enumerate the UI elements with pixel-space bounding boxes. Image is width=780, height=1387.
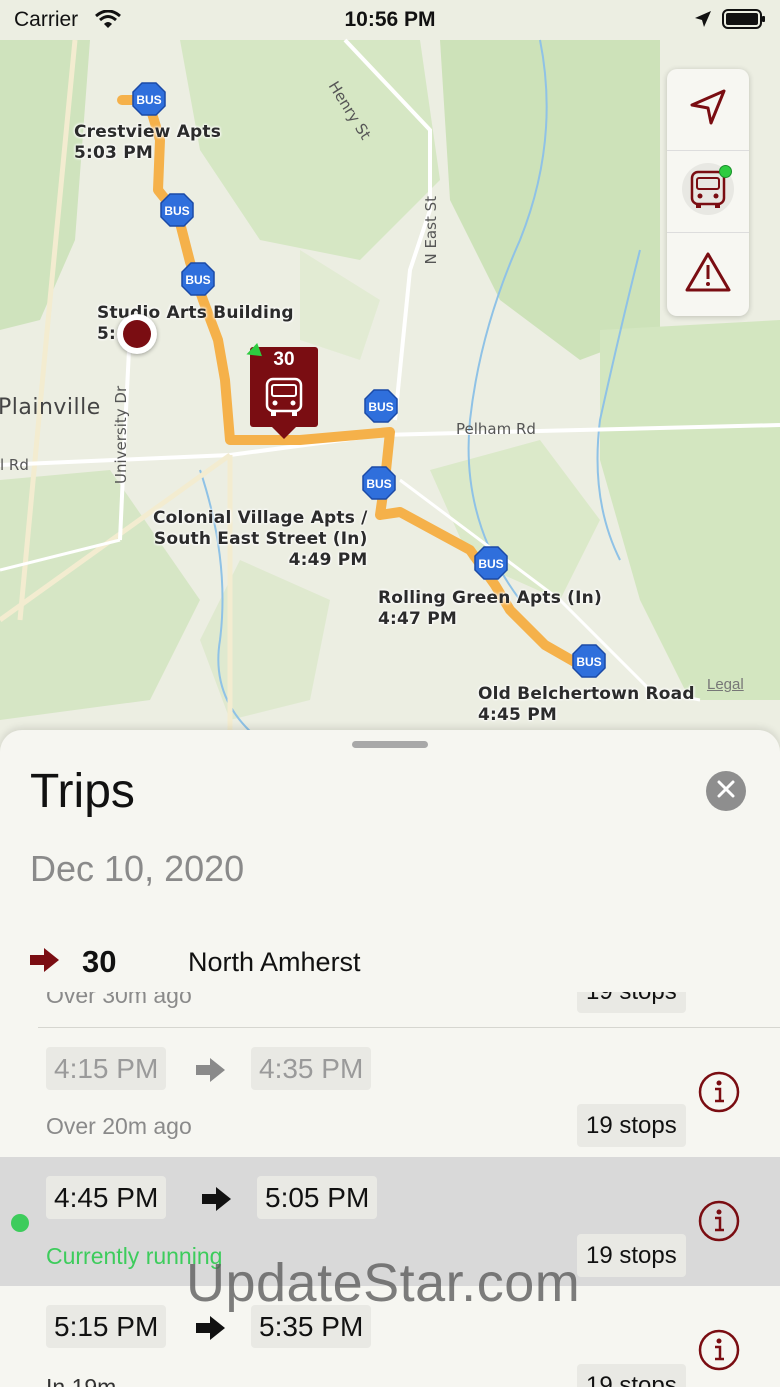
stops-count: 19 stops xyxy=(577,992,686,1013)
stop-time: 4:47 PM xyxy=(378,609,457,629)
arrow-right-icon xyxy=(196,1058,226,1087)
bus-stop-text: BUS xyxy=(164,204,189,218)
stop-name: Colonial Village Apts / xyxy=(153,508,368,528)
stops-count: 19 stops xyxy=(577,1104,686,1147)
map-base xyxy=(0,38,780,760)
warning-icon xyxy=(685,251,731,298)
info-icon[interactable] xyxy=(698,1329,740,1371)
navigation-arrow-icon xyxy=(688,87,728,132)
vehicle-route-number: 30 xyxy=(273,349,295,370)
stop-time: 5:03 PM xyxy=(74,143,153,163)
arrow-right-icon xyxy=(202,1187,232,1216)
bus-stop-sign[interactable]: BUS xyxy=(160,193,194,227)
road-label-partial: l Rd xyxy=(0,456,29,474)
stop-label-colonial-village[interactable]: Colonial Village Apts / South East Stree… xyxy=(153,508,368,571)
bus-stop-sign[interactable]: BUS xyxy=(181,262,215,296)
live-status-dot xyxy=(719,165,732,178)
locate-me-button[interactable] xyxy=(667,69,749,151)
info-icon[interactable] xyxy=(698,1200,740,1242)
user-location-marker xyxy=(117,314,157,354)
stop-label-rolling-green[interactable]: Rolling Green Apts (In) 4:47 PM xyxy=(378,588,602,630)
stop-name: Rolling Green Apts (In) xyxy=(378,588,602,608)
alerts-button[interactable] xyxy=(667,233,749,315)
trip-row[interactable]: Over 30m ago 19 stops xyxy=(0,992,780,1021)
info-icon[interactable] xyxy=(698,1071,740,1113)
stop-label-crestview[interactable]: Crestview Apts 5:03 PM xyxy=(74,122,221,164)
map-controls xyxy=(667,69,749,316)
location-arrow-icon xyxy=(694,10,712,33)
road-label-pelham: Pelham Rd xyxy=(456,420,536,438)
stops-count: 19 stops xyxy=(577,1234,686,1277)
stops-count: 19 stops xyxy=(577,1364,686,1387)
trip-status: Over 30m ago xyxy=(46,992,192,1008)
battery-icon xyxy=(722,9,766,34)
bus-stop-text: BUS xyxy=(478,557,503,571)
status-bar: Carrier 10:56 PM xyxy=(0,0,780,40)
bus-stop-text: BUS xyxy=(366,477,391,491)
legal-link[interactable]: Legal xyxy=(707,676,744,693)
bus-icon xyxy=(265,377,303,416)
bus-stop-text: BUS xyxy=(368,400,393,414)
vehicle-tracking-button[interactable] xyxy=(667,151,749,233)
arrive-time: 5:05 PM xyxy=(257,1176,378,1219)
route-name: North Amherst xyxy=(188,946,361,977)
bus-stop-sign[interactable]: BUS xyxy=(364,389,398,423)
road-label-east: N East St xyxy=(422,196,440,265)
trip-status: Over 20m ago xyxy=(46,1113,192,1139)
depart-time: 4:15 PM xyxy=(46,1047,167,1090)
route-arrow-icon xyxy=(30,947,60,978)
town-label: Plainville xyxy=(0,395,101,420)
trip-list[interactable]: Over 30m ago 19 stops 4:15 PM 4:35 PM Ov… xyxy=(0,992,780,1387)
close-icon xyxy=(717,780,735,803)
depart-time: 4:45 PM xyxy=(46,1176,167,1219)
trip-date: Dec 10, 2020 xyxy=(30,848,245,889)
bus-stop-sign[interactable]: BUS xyxy=(362,466,396,500)
stop-time: 4:45 PM xyxy=(478,705,557,725)
bus-stop-text: BUS xyxy=(136,93,161,107)
arrive-time: 4:35 PM xyxy=(251,1047,372,1090)
bus-stop-sign[interactable]: BUS xyxy=(572,644,606,678)
route-number: 30 xyxy=(82,944,117,979)
stop-label-old-belchertown[interactable]: Old Belchertown Road 4:45 PM xyxy=(478,684,695,726)
sheet-grabber[interactable] xyxy=(352,741,428,748)
close-button[interactable] xyxy=(706,771,746,811)
vehicle-marker[interactable]: 30 xyxy=(244,343,318,439)
stop-name: Crestview Apts xyxy=(74,122,222,142)
running-indicator-dot xyxy=(11,1214,29,1232)
watermark: UpdateStar.com xyxy=(186,1253,581,1313)
stop-name: Old Belchertown Road xyxy=(478,684,695,704)
clock: 10:56 PM xyxy=(344,8,436,31)
stop-name-line2: South East Street (In) xyxy=(153,529,368,549)
bus-stop-text: BUS xyxy=(576,655,601,669)
stop-time: 4:49 PM xyxy=(288,550,368,570)
trip-row[interactable]: 4:15 PM 4:35 PM Over 20m ago 19 stops xyxy=(0,1028,780,1157)
bus-stop-text: BUS xyxy=(185,273,210,287)
road-label-university: University Dr xyxy=(112,385,130,484)
route-header: 30 North Amherst xyxy=(30,940,750,984)
bus-stop-sign[interactable]: BUS xyxy=(474,546,508,580)
arrow-right-icon xyxy=(196,1316,226,1345)
map-view[interactable]: Carrier 10:56 PM Plainville Henry St N E… xyxy=(0,0,780,760)
depart-time: 5:15 PM xyxy=(46,1305,167,1348)
bus-stop-sign[interactable]: BUS xyxy=(132,82,166,116)
sheet-title: Trips xyxy=(30,765,135,818)
trip-status: In 19m xyxy=(46,1374,117,1387)
